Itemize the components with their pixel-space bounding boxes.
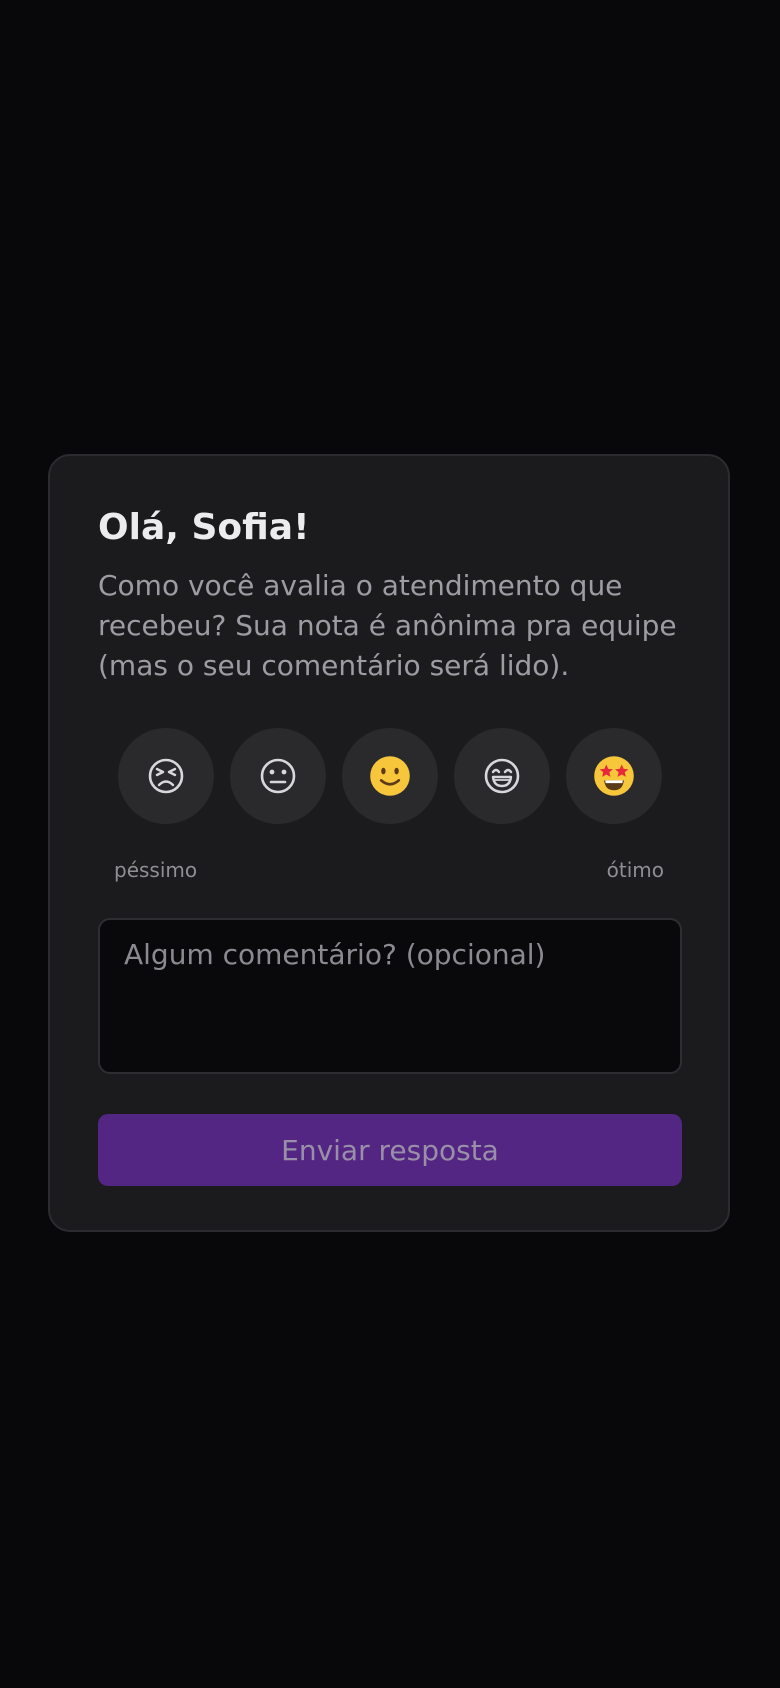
submit-button[interactable]: Enviar resposta	[98, 1114, 682, 1186]
rating-card: Olá, Sofia! Como você avalia o atendimen…	[48, 454, 730, 1232]
scale-low-label: péssimo	[114, 858, 198, 882]
slightly-smiling-face-icon	[368, 754, 412, 798]
neutral-face-icon	[258, 756, 298, 796]
rating-option-2[interactable]	[230, 728, 326, 824]
rating-faces	[118, 728, 664, 824]
star-struck-face-icon	[592, 754, 636, 798]
rating-option-5[interactable]	[566, 728, 662, 824]
comment-field[interactable]	[98, 918, 682, 1074]
rating-option-4[interactable]	[454, 728, 550, 824]
greeting-title: Olá, Sofia!	[98, 507, 310, 548]
rating-option-3[interactable]	[342, 728, 438, 824]
grinning-face-icon	[482, 756, 522, 796]
persevering-face-icon	[146, 756, 186, 796]
rating-option-1[interactable]	[118, 728, 214, 824]
scale-high-label: ótimo	[606, 858, 664, 882]
rating-prompt: Como você avalia o atendimento que receb…	[98, 569, 677, 682]
